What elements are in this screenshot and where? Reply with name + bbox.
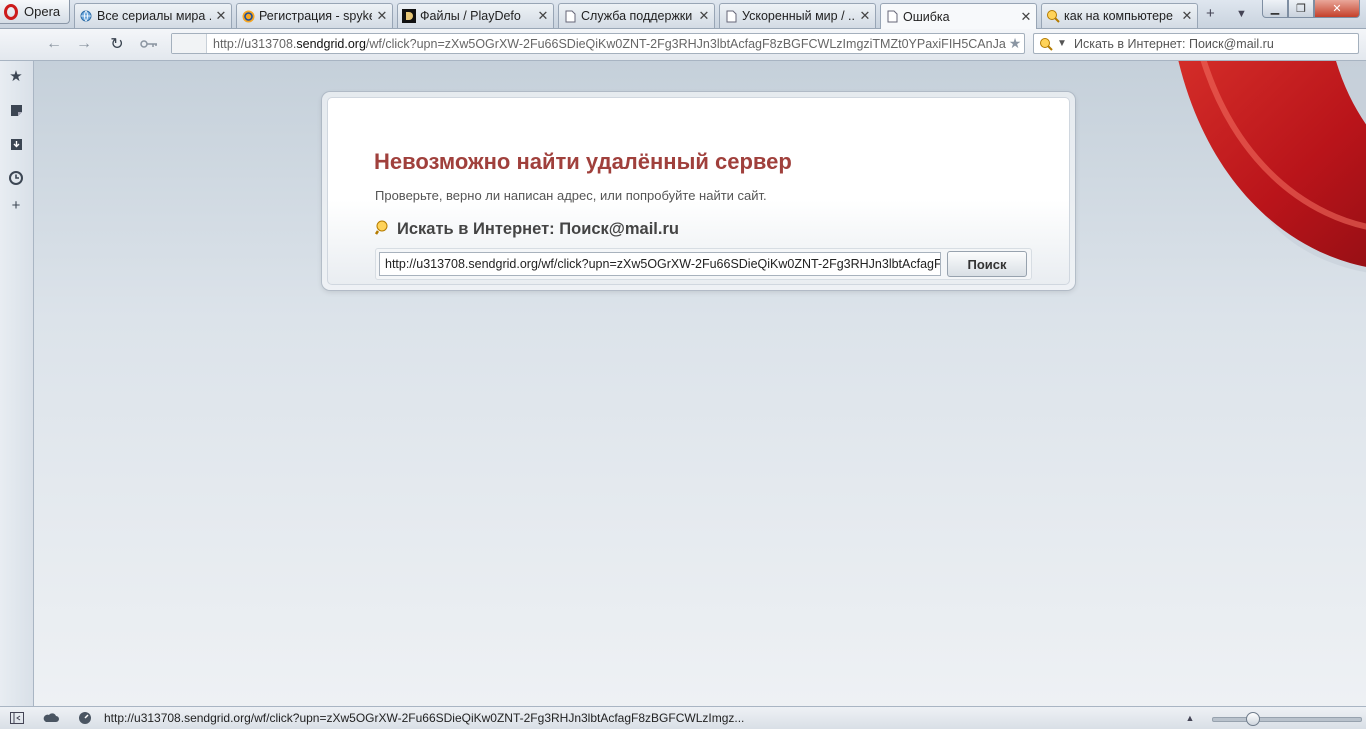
page-icon bbox=[885, 10, 899, 24]
tab-0[interactable]: Все сериалы мира ... ✕ bbox=[74, 3, 232, 28]
tab-2[interactable]: Файлы / PlayDefo ✕ bbox=[397, 3, 554, 28]
error-search-form: http://u313708.sendgrid.org/wf/click?upn… bbox=[375, 248, 1032, 280]
search-engine-selector[interactable]: ▼ bbox=[1034, 37, 1072, 51]
search-button[interactable]: Поиск bbox=[947, 251, 1027, 277]
close-tab-icon[interactable]: ✕ bbox=[1181, 8, 1193, 24]
tab-1[interactable]: Регистрация - spyke... ✕ bbox=[236, 3, 393, 28]
close-tab-icon[interactable]: ✕ bbox=[537, 8, 549, 24]
close-tab-icon[interactable]: ✕ bbox=[1020, 9, 1032, 25]
panel-sidebar: ★ + bbox=[0, 61, 34, 706]
search-key-icon bbox=[374, 219, 391, 240]
close-tab-icon[interactable]: ✕ bbox=[698, 8, 710, 24]
opera-logo-icon bbox=[4, 3, 18, 20]
error-panel-inner: Невозможно найти удалённый сервер Провер… bbox=[327, 97, 1070, 285]
playdefo-d-icon bbox=[402, 9, 416, 23]
chevron-down-icon: ▼ bbox=[1057, 38, 1067, 49]
address-field[interactable]: http://u313708.sendgrid.org/wf/click?upn… bbox=[171, 33, 1025, 54]
opera-menu-label: Opera bbox=[24, 4, 61, 19]
tab-title: Ускоренный мир / ... bbox=[742, 9, 855, 23]
search-key-icon bbox=[1046, 9, 1060, 23]
new-tab-plus-icon[interactable]: + bbox=[1206, 5, 1215, 22]
search-heading: Искать в Интернет: Поиск@mail.ru bbox=[374, 219, 679, 240]
tab-5-active[interactable]: Ошибка ✕ bbox=[880, 3, 1037, 29]
downloads-icon[interactable] bbox=[7, 135, 25, 153]
key-icon[interactable] bbox=[139, 35, 159, 53]
tab-title: Все сериалы мира ... bbox=[97, 9, 211, 23]
back-arrow-icon[interactable]: ← bbox=[44, 35, 64, 53]
reload-icon[interactable]: ↻ bbox=[107, 35, 127, 53]
opera-menu-button[interactable]: Opera bbox=[0, 0, 70, 24]
page-icon bbox=[724, 9, 738, 23]
opera-o-logo bbox=[1178, 61, 1366, 273]
error-search-input[interactable]: http://u313708.sendgrid.org/wf/click?upn… bbox=[379, 252, 941, 276]
mailru-at-icon bbox=[241, 9, 255, 23]
restore-window-button[interactable]: ❐ bbox=[1288, 0, 1314, 18]
forward-arrow-icon[interactable]: → bbox=[74, 35, 94, 53]
bookmark-star-icon[interactable]: ★ bbox=[1006, 35, 1024, 52]
address-toolbar: ← → ↻ http://u313708.sendgrid.org/wf/cli… bbox=[0, 29, 1366, 61]
minimize-window-button[interactable]: ▁ bbox=[1262, 0, 1288, 18]
error-description: Проверьте, верно ли написан адрес, или п… bbox=[375, 188, 767, 203]
address-url: http://u313708.sendgrid.org/wf/click?upn… bbox=[213, 36, 1006, 51]
tab-title: Ошибка bbox=[903, 9, 950, 24]
tab-bar: Opera Все сериалы мира ... ✕ Регистрация… bbox=[0, 0, 1366, 29]
view-chevron-up-icon[interactable]: ▲ bbox=[1182, 710, 1198, 726]
zoom-slider-track[interactable] bbox=[1212, 717, 1362, 722]
error-panel: Невозможно найти удалённый сервер Провер… bbox=[322, 92, 1075, 290]
web-search-field[interactable]: ▼ Искать в Интернет: Поиск@mail.ru bbox=[1033, 33, 1359, 54]
tab-4[interactable]: Ускоренный мир / ... ✕ bbox=[719, 3, 876, 28]
tab-6[interactable]: как на компьютере ... ✕ bbox=[1041, 3, 1198, 28]
status-hover-url: http://u313708.sendgrid.org/wf/click?upn… bbox=[104, 711, 745, 725]
toggle-panel-icon[interactable] bbox=[9, 710, 25, 726]
add-panel-plus-icon[interactable]: + bbox=[7, 196, 25, 214]
tab-list-chevron-down-icon[interactable]: ▼ bbox=[1236, 8, 1247, 20]
close-tab-icon[interactable]: ✕ bbox=[859, 8, 871, 24]
history-clock-icon[interactable] bbox=[7, 169, 25, 187]
page-content: Невозможно найти удалённый сервер Провер… bbox=[34, 61, 1366, 706]
status-bar: http://u313708.sendgrid.org/wf/click?upn… bbox=[0, 706, 1366, 729]
opera-unite-cloud-icon[interactable] bbox=[43, 710, 59, 726]
tab-3[interactable]: Служба поддержки ... ✕ bbox=[558, 3, 715, 28]
tab-title: Служба поддержки ... bbox=[581, 9, 694, 23]
tab-title: как на компьютере ... bbox=[1064, 9, 1177, 23]
error-title: Невозможно найти удалённый сервер bbox=[374, 149, 792, 174]
search-key-icon bbox=[1040, 37, 1053, 51]
bookmarks-star-icon[interactable]: ★ bbox=[7, 67, 25, 85]
speed-dial-gauge-icon[interactable] bbox=[77, 710, 93, 726]
close-tab-icon[interactable]: ✕ bbox=[215, 8, 227, 24]
site-info-badge[interactable] bbox=[172, 34, 207, 53]
notes-icon[interactable] bbox=[7, 101, 25, 119]
zoom-slider-thumb[interactable] bbox=[1246, 712, 1260, 726]
tab-title: Регистрация - spyke... bbox=[259, 9, 372, 23]
search-heading-text: Искать в Интернет: Поиск@mail.ru bbox=[397, 220, 679, 238]
search-placeholder: Искать в Интернет: Поиск@mail.ru bbox=[1074, 36, 1274, 51]
page-icon bbox=[563, 9, 577, 23]
globe-icon bbox=[79, 9, 93, 23]
tab-title: Файлы / PlayDefo bbox=[420, 9, 521, 23]
close-window-button[interactable]: ✕ bbox=[1314, 0, 1360, 18]
close-tab-icon[interactable]: ✕ bbox=[376, 8, 388, 24]
